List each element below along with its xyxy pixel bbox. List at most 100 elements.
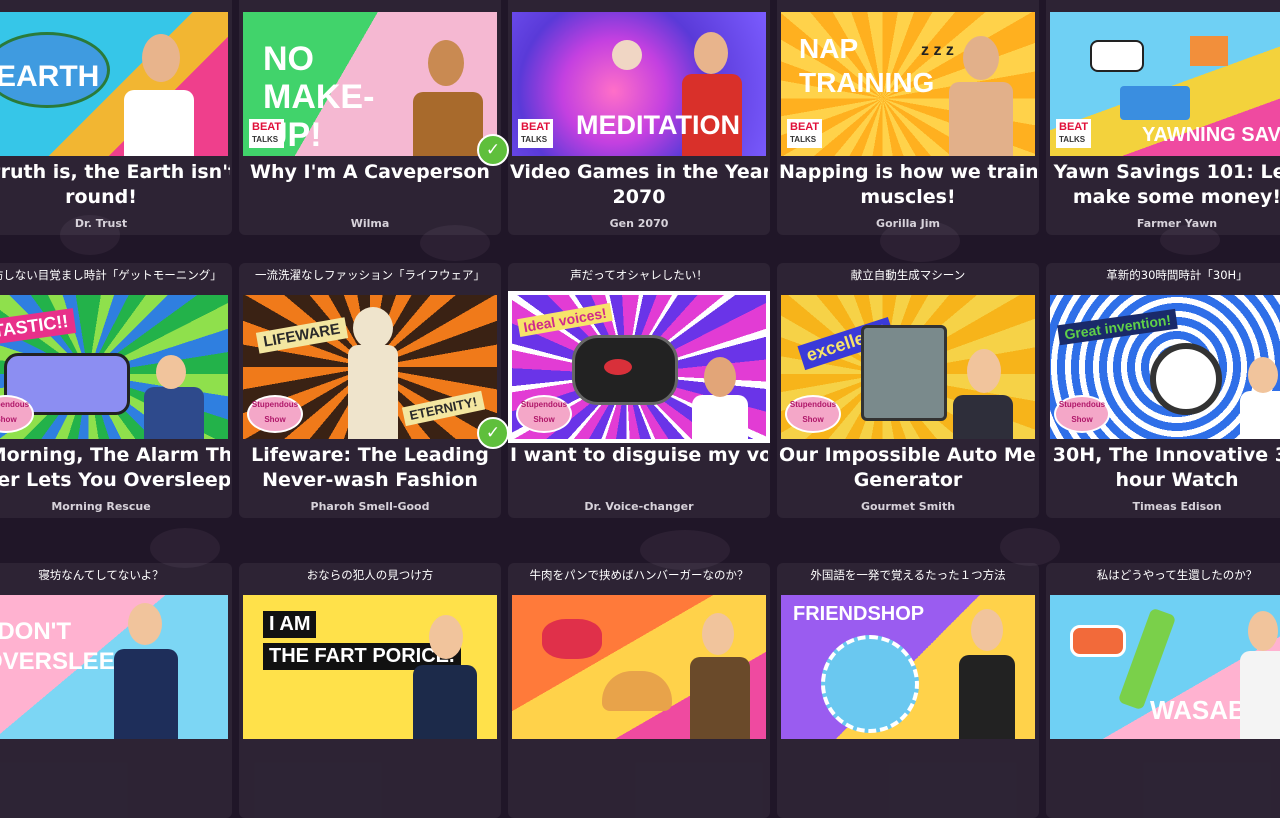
topic-card[interactable]: 寝坊なんてしてないよ？ I DON'T OVERSLEEP bbox=[0, 563, 232, 818]
card-title-line: Napping is how we train our bbox=[779, 161, 1037, 183]
woman-head bbox=[971, 609, 1003, 651]
card-thumbnail: LIFEWARE ETERNITY! Stupendous Show bbox=[243, 295, 497, 439]
talks-label: TALKS bbox=[790, 135, 817, 144]
card-thumbnail: NO MAKE-UP! BEAT TALKS bbox=[243, 12, 497, 156]
doctor-head bbox=[704, 357, 736, 397]
sushi-illustration bbox=[1070, 625, 1126, 657]
card-author: Dr. Trust bbox=[74, 217, 128, 230]
card-author: Gorilla Jim bbox=[876, 217, 940, 230]
sailor-figure bbox=[1240, 651, 1280, 739]
card-title-line: Never-wash Fashion bbox=[262, 469, 478, 491]
card-thumbnail: I DON'T OVERSLEEP bbox=[0, 595, 228, 739]
card-title: I want to disguise my voice. bbox=[510, 443, 768, 468]
stupendous-show-stamp: Stupendous Show bbox=[247, 395, 303, 433]
card-title: Our Impossible Auto Menu Generator bbox=[779, 443, 1037, 493]
card-japanese-subtitle: 牛肉をパンで挟めばハンバーガーなのか？ bbox=[529, 568, 749, 582]
thumb-caption: NO MAKE-UP! bbox=[263, 40, 375, 154]
card-thumbnail: NAP TRAINING z z z BEAT TALKS bbox=[781, 12, 1035, 156]
chef-figure bbox=[953, 395, 1013, 439]
card-title-line: round! bbox=[65, 186, 137, 208]
card-author: Dr. Voice-changer bbox=[584, 500, 694, 513]
card-title-line: 30H, The Innovative 30 bbox=[1052, 444, 1280, 466]
beat-talks-badge: BEAT TALKS bbox=[787, 119, 823, 148]
card-japanese-subtitle: 私はどうやって生還したのか？ bbox=[1096, 568, 1258, 582]
card-japanese-subtitle: 献立自動生成マシーン bbox=[850, 268, 966, 282]
card-japanese-subtitle: 外国語を一発で覚えるたった１つ方法 bbox=[810, 568, 1006, 582]
card-author: Morning Rescue bbox=[51, 500, 151, 513]
stupendous-show-stamp: Stupendous Show bbox=[1054, 395, 1110, 433]
man-head bbox=[128, 603, 162, 645]
boxer-figure bbox=[949, 82, 1013, 156]
card-japanese-subtitle: 声だってオシャレしたい！ bbox=[570, 268, 708, 282]
cowboy-figure bbox=[690, 657, 750, 739]
topic-card[interactable]: 革新的30時間時計「30H」 Great invention! Stupendo… bbox=[1046, 263, 1280, 518]
card-thumbnail: FRIENDSHOP bbox=[781, 595, 1035, 739]
card-thumbnail: MEDITATION BEAT TALKS bbox=[512, 12, 766, 156]
card-thumbnail: WASABI bbox=[1050, 595, 1280, 739]
thumb-caption: EARTH bbox=[0, 60, 100, 93]
card-author: Wilma bbox=[350, 217, 390, 230]
card-title-line: I want to disguise my voice. bbox=[510, 444, 768, 466]
card-title-line: Video Games in the Year bbox=[510, 161, 768, 183]
card-title-line: hour Watch bbox=[1115, 469, 1239, 491]
card-title-line: Yawn Savings 101: Let' bbox=[1053, 161, 1280, 183]
card-title-line: Lifeware: The Leading bbox=[251, 444, 489, 466]
stupendous-show-stamp: Stupendous Show bbox=[516, 395, 572, 433]
card-japanese-subtitle: 寝坊なんてしてないよ？ bbox=[38, 568, 164, 582]
truck-illustration bbox=[1120, 86, 1190, 120]
card-title-line: Why I'm A Caveperson bbox=[250, 161, 490, 183]
inventor-figure bbox=[1240, 391, 1280, 439]
cowboy-head bbox=[702, 613, 734, 655]
topic-card[interactable]: 私はどうやって生還したのか？ WASABI bbox=[1046, 563, 1280, 818]
topic-card[interactable]: 牛肉をパンで挟めばハンバーガーなのか？ bbox=[508, 563, 770, 818]
beat-label: BEAT bbox=[790, 121, 820, 133]
card-title: Why I'm A Caveperson bbox=[241, 160, 499, 185]
card-thumbnail: excellent! Stupendous Show bbox=[781, 295, 1035, 439]
doctor-figure bbox=[692, 395, 748, 439]
card-japanese-subtitle: おならの犯人の見つけ方 bbox=[306, 568, 434, 582]
topic-card-grid: EARTH e truth is, the Earth isn't round!… bbox=[0, 0, 1280, 818]
beat-label: BEAT bbox=[1059, 121, 1089, 133]
thumb-caption: NTASTIC!! bbox=[0, 308, 76, 347]
topic-card[interactable]: 外国語を一発で覚えるたった１つ方法 FRIENDSHOP bbox=[777, 563, 1039, 818]
player-head bbox=[694, 32, 728, 74]
topic-card[interactable]: おならの犯人の見つけ方 I AM THE FART PORICE. bbox=[239, 563, 501, 818]
thumb-caption: LIFEWARE bbox=[255, 317, 348, 354]
topic-card[interactable]: MEDITATION BEAT TALKS Video Games in the … bbox=[508, 0, 770, 235]
topic-card[interactable]: NAP TRAINING z z z BEAT TALKS Napping is … bbox=[777, 0, 1039, 235]
card-title-line: e truth is, the Earth isn't bbox=[0, 161, 230, 183]
topic-card[interactable]: 寝坊しない目覚まし時計「ゲットモーニング」 NTASTIC!! Stupendo… bbox=[0, 263, 232, 518]
card-author: Gourmet Smith bbox=[860, 500, 956, 513]
topic-card[interactable]: 献立自動生成マシーン excellent! Stupendous Show Ou… bbox=[777, 263, 1039, 518]
stupendous-show-stamp: Stupendous Show bbox=[785, 395, 841, 433]
card-title: Lifeware: The Leading Never-wash Fashion bbox=[241, 443, 499, 493]
card-title: Yawn Savings 101: Let' make some money! bbox=[1048, 160, 1280, 210]
house-illustration bbox=[1190, 36, 1228, 66]
card-title: e truth is, the Earth isn't round! bbox=[0, 160, 230, 210]
thumb-caption: WASABI bbox=[1150, 695, 1254, 725]
thumb-caption: YAWNING SAVING bbox=[1142, 124, 1280, 146]
police-head bbox=[429, 615, 463, 659]
card-thumbnail: I AM THE FART PORICE. bbox=[243, 595, 497, 739]
card-author: Pharoh Smell-Good bbox=[310, 500, 430, 513]
burger-illustration bbox=[602, 671, 672, 711]
topic-card[interactable]: YAWNING SAVING BEAT TALKS Yawn Savings 10… bbox=[1046, 0, 1280, 235]
card-author: Timeas Edison bbox=[1132, 500, 1222, 513]
talks-label: TALKS bbox=[521, 135, 548, 144]
card-title-line: Generator bbox=[853, 469, 963, 491]
watch-icon bbox=[1150, 343, 1222, 415]
beat-label: BEAT bbox=[252, 121, 282, 133]
thumb-caption: Ideal voices! bbox=[517, 302, 613, 338]
man-figure bbox=[114, 649, 178, 739]
thumb-caption: I DON'T OVERSLEEP bbox=[0, 618, 131, 675]
topic-card[interactable]: NO MAKE-UP! BEAT TALKS ✓ Why I'm A Cavepe… bbox=[239, 0, 509, 235]
chef-head bbox=[967, 349, 1001, 393]
topic-card-selected[interactable]: 声だってオシャレしたい！ Ideal voices! Stupendous Sh… bbox=[508, 263, 770, 518]
talks-label: TALKS bbox=[252, 135, 279, 144]
topic-card[interactable]: EARTH e truth is, the Earth isn't round!… bbox=[0, 0, 232, 235]
topic-card[interactable]: 一流洗濯なしファッション「ライフウェア」 LIFEWARE ETERNITY! … bbox=[239, 263, 509, 518]
thumb-caption: FRIENDSHOP bbox=[793, 603, 925, 625]
card-japanese-subtitle: 寝坊しない目覚まし時計「ゲットモーニング」 bbox=[0, 268, 222, 282]
card-title-line: ever Lets You Oversleep! bbox=[0, 469, 230, 491]
thumb-caption: MEDITATION bbox=[576, 110, 740, 140]
